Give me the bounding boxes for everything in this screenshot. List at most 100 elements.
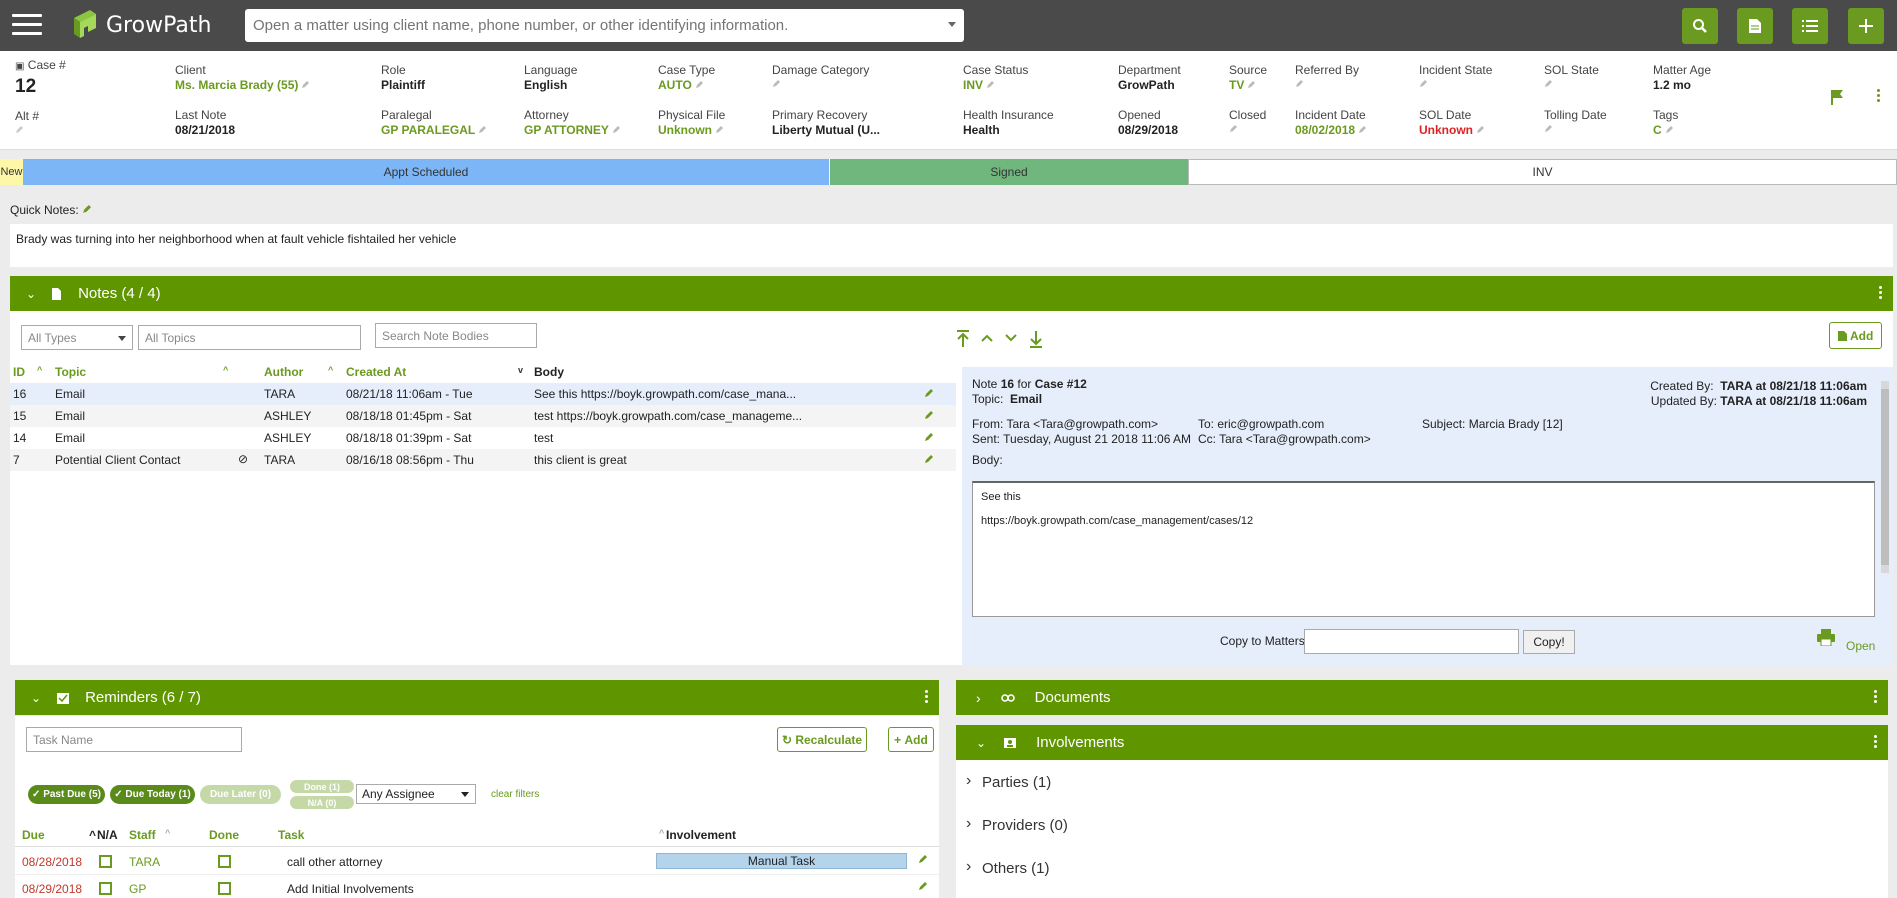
na-checkbox[interactable] <box>99 855 112 868</box>
documents-menu-icon[interactable] <box>1874 690 1878 705</box>
sort-icon[interactable]: ^ <box>328 365 333 375</box>
involvements-panel-header[interactable]: ⌄ Involvements <box>956 725 1888 760</box>
pencil-icon[interactable] <box>1419 80 1427 88</box>
filter-due-later[interactable]: Due Later (0) <box>200 785 281 804</box>
sort-icon[interactable]: ^ <box>165 828 170 838</box>
task-name-input[interactable]: Task Name <box>26 727 242 752</box>
filter-done[interactable]: Done (1) <box>290 780 354 793</box>
table-row[interactable]: 08/29/2018 GP Add Initial Involvements <box>15 876 939 898</box>
table-row[interactable]: 15 Email ASHLEY 08/18/18 01:45pm - Sat test … <box>10 405 956 427</box>
fields_row1-field-5[interactable]: Case Status INV <box>963 63 1028 93</box>
fields_row2-field-4[interactable]: Primary Recovery Liberty Mutual (U... <box>772 108 880 138</box>
fields_row1-field-7[interactable]: Source TV <box>1229 63 1267 93</box>
fields_row2-field-11[interactable]: Tags C <box>1653 108 1678 138</box>
pencil-icon[interactable] <box>924 432 934 442</box>
print-icon[interactable] <box>1817 629 1835 646</box>
field-value[interactable]: AUTO <box>658 77 715 93</box>
next-note-icon[interactable] <box>1004 333 1018 343</box>
document-button[interactable] <box>1737 8 1773 44</box>
assignee-select[interactable]: Any Assignee <box>356 784 476 804</box>
pencil-icon[interactable] <box>986 81 995 89</box>
table-row[interactable]: 08/28/2018 TARA call other attorney Manual … <box>15 849 939 875</box>
pencil-icon[interactable] <box>715 126 723 134</box>
na-checkbox[interactable] <box>99 882 112 895</box>
filter-past-due[interactable]: ✓ Past Due (5) <box>28 785 105 804</box>
note-body-search[interactable]: Search Note Bodies <box>375 323 537 348</box>
copy-to-matters-input[interactable] <box>1304 629 1519 654</box>
field-value[interactable]: Unknown <box>1419 122 1484 138</box>
matter-search[interactable] <box>245 9 964 42</box>
filter-na[interactable]: N/A (0) <box>290 796 354 809</box>
scrollbar[interactable] <box>1881 381 1889 573</box>
chevron-right-icon[interactable]: › <box>976 690 981 706</box>
filter-due-today[interactable]: ✓ Due Today (1) <box>110 785 195 804</box>
sort-icon[interactable]: ^ <box>223 365 228 375</box>
scrollbar-thumb[interactable] <box>1881 389 1889 565</box>
fields_row2-field-5[interactable]: Health Insurance Health <box>963 108 1054 138</box>
case-menu-icon[interactable] <box>1877 89 1881 104</box>
clear-filters-link[interactable]: clear filters <box>491 789 539 800</box>
pencil-icon[interactable] <box>1544 125 1552 133</box>
fields_row2-field-7[interactable]: Closed <box>1229 108 1266 133</box>
open-link[interactable]: Open <box>1846 639 1875 653</box>
search-button[interactable] <box>1682 8 1718 44</box>
fields_row1-field-2[interactable]: Language English <box>524 63 577 93</box>
field-value[interactable]: 08/02/2018 <box>1295 122 1367 138</box>
sort-icon[interactable]: ^ <box>659 828 664 838</box>
involvement-group[interactable]: Others (1) <box>982 860 1050 877</box>
reminders-menu-icon[interactable] <box>925 690 929 705</box>
field-value[interactable] <box>1295 80 1359 88</box>
pencil-icon[interactable] <box>924 388 934 398</box>
fields_row2-field-3[interactable]: Physical File Unknown <box>658 108 725 138</box>
fields_row1-field-8[interactable]: Referred By <box>1295 63 1359 88</box>
field-value[interactable]: Plaintiff <box>381 77 425 93</box>
field-value[interactable] <box>1544 125 1607 133</box>
field-value[interactable]: C <box>1653 122 1678 138</box>
col-created-at[interactable]: Created At <box>346 365 406 379</box>
note-type-filter[interactable]: All Types <box>21 325 133 350</box>
fields_row2-field-6[interactable]: Opened 08/29/2018 <box>1118 108 1178 138</box>
copy-button[interactable]: Copy! <box>1523 630 1575 654</box>
flag-icon[interactable] <box>1830 89 1844 105</box>
chevron-right-icon[interactable]: › <box>966 815 971 833</box>
reminder-task[interactable]: Add Initial Involvements <box>287 882 414 896</box>
previous-note-icon[interactable] <box>980 333 994 343</box>
fields_row2-field-9[interactable]: SOL Date Unknown <box>1419 108 1484 138</box>
pencil-icon[interactable] <box>772 80 780 88</box>
field-value[interactable]: Liberty Mutual (U... <box>772 122 880 138</box>
note-body-link[interactable]: https://boyk.growpath.com/case_managemen… <box>981 515 1866 527</box>
list-button[interactable] <box>1792 8 1828 44</box>
fields_row1-field-9[interactable]: Incident State <box>1419 63 1492 88</box>
involvement-group[interactable]: Providers (0) <box>982 817 1068 834</box>
jump-to-top-icon[interactable] <box>955 330 971 348</box>
field-value[interactable]: 08/21/2018 <box>175 122 235 138</box>
fields_row2-field-2[interactable]: Attorney GP ATTORNEY <box>524 108 620 138</box>
notes-menu-icon[interactable] <box>1879 286 1883 301</box>
sort-icon[interactable]: ^ <box>89 828 96 842</box>
fields_row2-field-0[interactable]: Last Note 08/21/2018 <box>175 108 235 138</box>
col-id[interactable]: ID <box>13 365 25 379</box>
field-value[interactable]: GrowPath <box>1118 77 1181 93</box>
field-value[interactable]: GP ATTORNEY <box>524 122 620 138</box>
fields_row1-field-10[interactable]: SOL State <box>1544 63 1599 88</box>
fields_row2-field-1[interactable]: Paralegal GP PARALEGAL <box>381 108 487 138</box>
pencil-icon[interactable] <box>82 205 92 214</box>
chevron-down-icon[interactable]: ⌄ <box>976 736 986 750</box>
pencil-icon[interactable] <box>918 854 928 864</box>
pencil-icon[interactable] <box>1665 126 1673 134</box>
logo[interactable]: GrowPath <box>70 8 211 42</box>
add-button[interactable] <box>1848 8 1884 44</box>
stage-signed[interactable]: Signed <box>829 159 1188 185</box>
fields_row1-field-3[interactable]: Case Type AUTO <box>658 63 715 93</box>
pencil-icon[interactable] <box>1476 126 1484 134</box>
pencil-icon[interactable] <box>1358 126 1367 134</box>
reminder-staff[interactable]: GP <box>129 882 146 896</box>
table-row[interactable]: 14 Email ASHLEY 08/18/18 01:39pm - Sat test <box>10 427 956 449</box>
done-checkbox[interactable] <box>218 855 231 868</box>
table-row[interactable]: 16 Email TARA 08/21/18 11:06am - Tue See thi… <box>10 383 956 405</box>
note-body[interactable]: See this https://boyk.growpath.com/case_… <box>972 481 1875 617</box>
documents-panel-header[interactable]: › Documents <box>956 680 1888 715</box>
chevron-down-icon[interactable] <box>948 22 956 27</box>
field-value[interactable]: GP PARALEGAL <box>381 122 487 138</box>
field-value[interactable] <box>1229 125 1266 133</box>
